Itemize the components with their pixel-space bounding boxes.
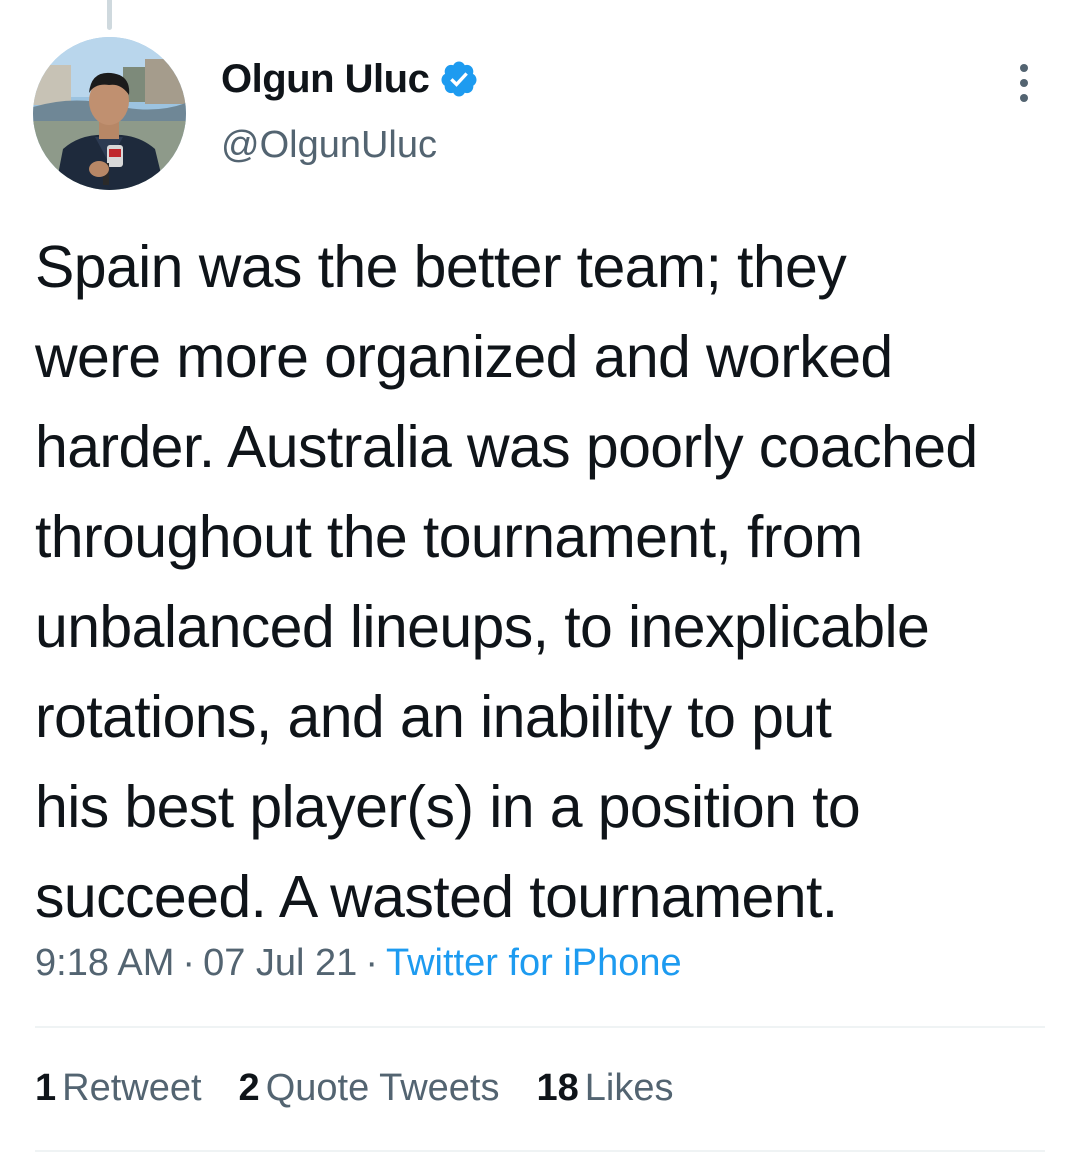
tweet-time[interactable]: 9:18 AM <box>35 942 174 984</box>
verified-badge-icon <box>439 59 479 99</box>
likes-stat[interactable]: 18 Likes <box>536 1067 673 1110</box>
quote-tweets-stat[interactable]: 2 Quote Tweets <box>239 1067 500 1110</box>
tweet-line: unbalanced lineups, to inexplicable <box>35 594 930 660</box>
tweet-line: throughout the tournament, from <box>35 504 863 570</box>
tweet-line: his best player(s) in a position to <box>35 774 861 840</box>
author-handle[interactable]: @OlgunUluc <box>221 124 437 167</box>
engagement-stats: 1 Retweet 2 Quote Tweets 18 Likes <box>35 1067 710 1110</box>
more-options-icon-dot <box>1020 79 1028 87</box>
tweet-text: Spain was the better team; they were mor… <box>35 222 1045 942</box>
thread-connector-line <box>107 0 112 30</box>
tweet-line: succeed. A wasted tournament. <box>35 864 838 930</box>
tweet-meta: 9:18 AM · 07 Jul 21 · Twitter for iPhone <box>35 942 682 985</box>
avatar-photo <box>33 37 186 190</box>
quote-tweets-count: 2 <box>238 1067 260 1109</box>
more-options-icon-dot <box>1020 94 1028 102</box>
tweet-line: were more organized and worked <box>35 324 893 390</box>
likes-count: 18 <box>536 1067 579 1109</box>
more-options-icon <box>1020 64 1028 72</box>
tweet-line: harder. Australia was poorly coached <box>35 414 978 480</box>
author-display-name[interactable]: Olgun Uluc <box>221 57 430 102</box>
tweet-source-link[interactable]: Twitter for iPhone <box>386 942 682 984</box>
retweets-label: Retweet <box>62 1067 202 1109</box>
likes-label: Likes <box>584 1067 674 1109</box>
quote-tweets-label: Quote Tweets <box>265 1067 500 1109</box>
retweets-count: 1 <box>35 1067 57 1109</box>
tweet-line: rotations, and an inability to put <box>35 684 832 750</box>
author-name-row: Olgun Uluc <box>221 54 479 104</box>
tweet-line: Spain was the better team; they <box>35 234 847 300</box>
more-options-button[interactable] <box>1000 58 1048 108</box>
meta-separator: · <box>365 942 378 984</box>
divider <box>35 1150 1045 1152</box>
divider <box>35 1026 1045 1028</box>
avatar[interactable] <box>33 37 186 190</box>
retweets-stat[interactable]: 1 Retweet <box>35 1067 202 1110</box>
tweet-date[interactable]: 07 Jul 21 <box>203 942 357 984</box>
meta-separator: · <box>182 942 196 984</box>
